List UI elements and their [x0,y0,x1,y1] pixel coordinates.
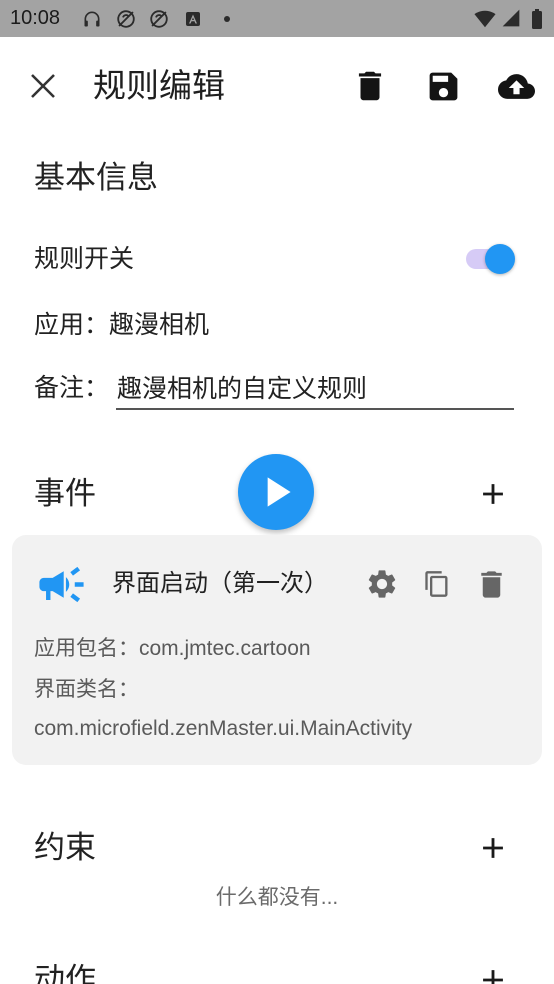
wifi-icon [474,10,496,28]
cloud-upload-icon[interactable] [498,68,535,105]
battery-icon [532,9,542,29]
note-row: 备注： [0,366,554,410]
delete-icon[interactable] [474,567,509,602]
app-bar: 规则编辑 [0,37,554,135]
settings-icon[interactable] [365,567,399,601]
rule-switch-label: 规则开关 [34,245,135,273]
cloud-upload-glyph [498,74,535,99]
signal-icon [502,9,520,27]
events-section: 事件 界面启动（第一次） 应用包名：com.jmtec.cartoon 界面类名… [0,450,554,775]
actions-section: 动作 [0,958,554,984]
app-name: 趣漫相机 [109,311,210,339]
activity-value: com.microfield.zenMaster.ui.MainActivity [34,717,413,740]
rule-switch[interactable] [462,244,518,274]
add-icon[interactable] [476,831,510,865]
delete-icon[interactable] [351,67,389,105]
sync-off-arc [122,14,130,18]
play-icon [267,477,291,507]
sync-off-icon [117,10,135,28]
save-glyph [429,72,458,101]
battery-glyph [532,9,542,29]
constraints-empty-text: 什么都没有... [215,886,339,909]
settings-glyph [368,570,396,598]
add-glyph [483,484,503,504]
add-icon[interactable] [476,477,510,511]
status-time: 10:08 [10,7,61,29]
constraints-section: 约束 什么都没有... [0,800,554,920]
switch-thumb [485,244,515,274]
actions-heading: 动作 [34,962,96,984]
app-label: 应用： [34,311,110,339]
save-icon[interactable] [425,68,462,105]
add-glyph [483,970,503,984]
note-label: 备注： [34,374,110,402]
sync-off-arc [155,14,163,18]
close-icon[interactable] [31,74,55,98]
events-heading: 事件 [34,476,96,511]
package-value: com.jmtec.cartoon [139,637,311,660]
activity-label: 界面类名： [34,678,139,701]
headphones-left-cup [84,20,88,27]
wifi-glyph [474,10,496,28]
add-icon[interactable] [476,963,510,984]
package-line: 应用包名：com.jmtec.cartoon [34,635,311,663]
copy-icon[interactable] [423,570,451,598]
status-bar: 10:08 [0,0,554,37]
package-label: 应用包名： [34,637,139,660]
play-glyph [267,477,291,507]
app-row: 应用：趣漫相机 [0,308,554,342]
event-title: 界面启动（第一次） [112,570,328,597]
megaphone-glyph [39,566,84,603]
megaphone-icon [39,566,84,603]
add-glyph [483,838,503,858]
a-badge-icon [186,12,200,26]
page-title: 规则编辑 [93,67,225,104]
app-line: 应用：趣漫相机 [34,308,209,342]
delete-glyph [481,571,502,598]
rule-switch-row: 规则开关 [0,242,554,276]
basic-info-section: 基本信息 规则开关 应用：趣漫相机 备注： [0,135,554,415]
basic-info-heading: 基本信息 [34,160,158,195]
headphones-right-cup [96,20,100,27]
sync-off-icon [150,10,168,28]
play-button[interactable] [238,454,314,530]
copy-glyph [425,571,448,597]
delete-glyph [358,71,382,101]
headphones-icon [84,11,100,27]
constraints-heading: 约束 [34,830,96,865]
signal-glyph [502,9,520,27]
notification-dot-icon [224,16,230,22]
event-card[interactable]: 界面启动（第一次） 应用包名：com.jmtec.cartoon 界面类名： c… [12,535,542,765]
a-badge-box [186,12,200,26]
note-input[interactable] [116,366,514,410]
